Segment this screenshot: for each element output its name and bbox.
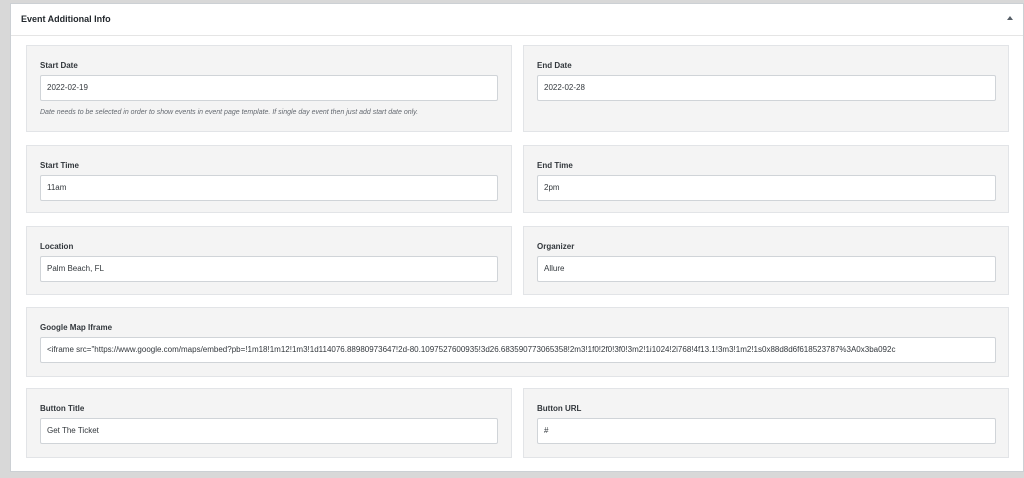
collapse-toggle-icon[interactable]: [1007, 16, 1013, 20]
organizer-input[interactable]: Allure: [537, 256, 996, 282]
button-url-input[interactable]: #: [537, 418, 996, 444]
event-additional-info-metabox: Event Additional Info Start Date 2022-02…: [10, 3, 1024, 472]
end-date-field: End Date 2022-02-28: [523, 45, 1009, 132]
button-title-field: Button Title Get The Ticket: [26, 388, 512, 458]
metabox-title: Event Additional Info: [21, 14, 111, 24]
google-map-iframe-field: Google Map Iframe <iframe src="https://w…: [26, 307, 1009, 377]
google-map-iframe-input[interactable]: <iframe src="https://www.google.com/maps…: [40, 337, 996, 363]
location-input[interactable]: Palm Beach, FL: [40, 256, 498, 282]
end-time-input[interactable]: 2pm: [537, 175, 996, 201]
start-date-field: Start Date 2022-02-19 Date needs to be s…: [26, 45, 512, 132]
end-date-input[interactable]: 2022-02-28: [537, 75, 996, 101]
metabox-header[interactable]: Event Additional Info: [11, 4, 1023, 36]
start-date-label: Start Date: [40, 61, 78, 70]
start-time-field: Start Time 11am: [26, 145, 512, 213]
google-map-iframe-label: Google Map Iframe: [40, 323, 113, 332]
button-title-input[interactable]: Get The Ticket: [40, 418, 498, 444]
button-url-label: Button URL: [537, 404, 582, 413]
organizer-label: Organizer: [537, 242, 575, 251]
start-date-hint: Date needs to be selected in order to sh…: [40, 109, 419, 116]
button-title-label: Button Title: [40, 404, 85, 413]
end-time-label: End Time: [537, 161, 573, 170]
start-time-input[interactable]: 11am: [40, 175, 498, 201]
location-label: Location: [40, 242, 74, 251]
end-time-field: End Time 2pm: [523, 145, 1009, 213]
end-date-label: End Date: [537, 61, 572, 70]
button-url-field: Button URL #: [523, 388, 1009, 458]
location-field: Location Palm Beach, FL: [26, 226, 512, 295]
start-time-label: Start Time: [40, 161, 79, 170]
organizer-field: Organizer Allure: [523, 226, 1009, 295]
start-date-input[interactable]: 2022-02-19: [40, 75, 498, 101]
